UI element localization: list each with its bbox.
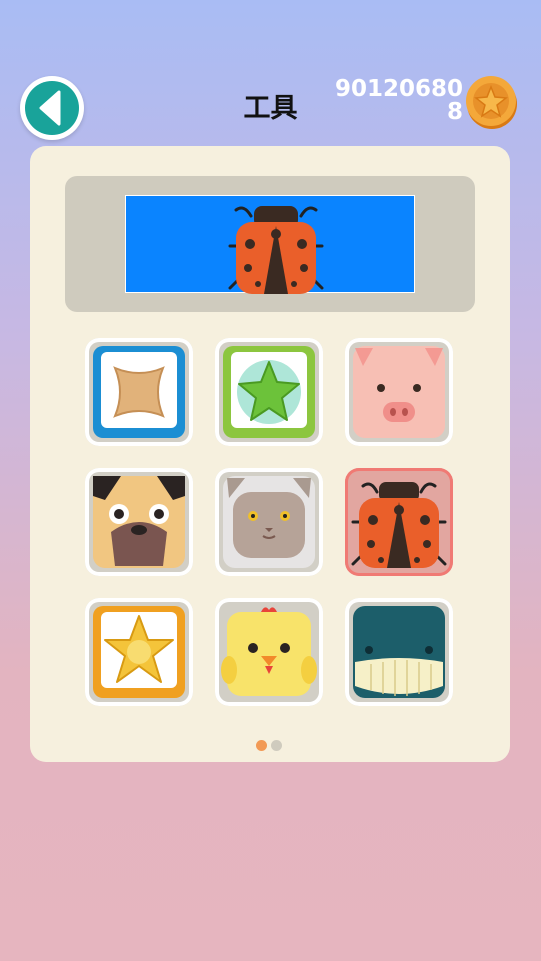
whale-icon [353,606,445,698]
preview-screen [125,195,415,294]
skin-tile-cat[interactable] [215,468,323,576]
skin-tile-pug[interactable] [85,468,193,576]
skin-tile-pig[interactable] [345,338,453,446]
ladybug-preview-icon [228,206,324,294]
chick-icon [221,607,317,696]
skin-tile-whale[interactable] [345,598,453,706]
coin-balance: 901206808 [334,76,463,125]
skin-tile-gold-star[interactable] [85,598,193,706]
pig-icon [353,346,445,438]
skin-panel [30,146,510,762]
coin-icon [466,76,517,129]
skin-tile-green-star[interactable] [215,338,323,446]
page-dot[interactable] [271,740,282,751]
tan-tile-icon [93,346,185,438]
skin-tile-chick[interactable] [215,598,323,706]
preview-frame [65,176,475,312]
skin-tile-tan[interactable] [85,338,193,446]
cat-icon [223,476,315,568]
skin-tile-ladybug[interactable] [345,468,453,576]
page-indicator [256,740,282,751]
pug-icon [93,476,185,568]
page-dot-active[interactable] [256,740,267,751]
ladybug-icon [351,482,447,568]
gold-star-icon [93,606,185,698]
green-star-icon [223,346,315,438]
